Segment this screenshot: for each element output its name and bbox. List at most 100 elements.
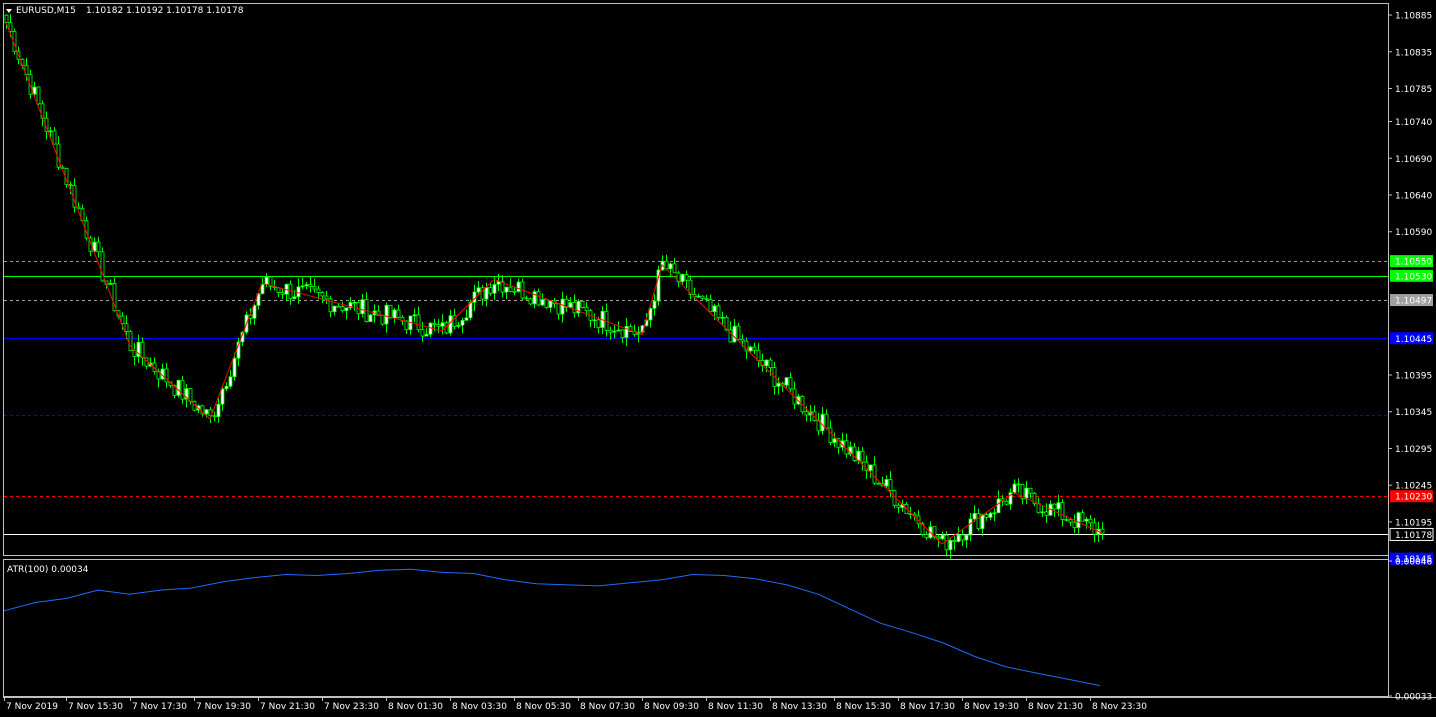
time-tick-label: 8 Nov 09:30 <box>644 702 699 712</box>
candle-body <box>940 534 945 540</box>
candle-body <box>404 320 409 331</box>
candle-body <box>508 286 513 292</box>
candle-body <box>512 291 517 293</box>
candle-body <box>524 297 529 300</box>
candle-body <box>228 376 233 387</box>
time-tick-label: 8 Nov 15:30 <box>836 702 891 712</box>
candle-body <box>1052 503 1057 510</box>
time-tick-label: 7 Nov 23:30 <box>324 702 379 712</box>
price-tick-label: 1.10295 <box>1395 445 1432 455</box>
candle-body <box>320 292 325 297</box>
candle-body <box>580 300 585 308</box>
price-tick-label: 1.10550 <box>1395 258 1432 268</box>
candle-body <box>896 504 901 508</box>
candle-body <box>1064 519 1069 521</box>
candle-body <box>252 305 257 319</box>
candle-body <box>436 324 441 327</box>
candle-body <box>344 307 349 312</box>
candle-body <box>340 306 345 312</box>
candle-body <box>388 304 393 319</box>
candle-body <box>412 314 417 317</box>
candle-body <box>708 299 713 313</box>
price-tick-label: 1.10590 <box>1395 228 1432 238</box>
candle-body <box>980 514 985 530</box>
candle-body <box>976 512 981 530</box>
time-tick-label: 8 Nov 05:30 <box>516 702 571 712</box>
candle-body <box>360 299 365 315</box>
candle-body <box>768 359 773 368</box>
candle-body <box>220 388 225 405</box>
time-tick-label: 8 Nov 07:30 <box>580 702 635 712</box>
price-tick-label: 1.10345 <box>1395 408 1432 418</box>
candle-body <box>1024 487 1029 500</box>
candle-body <box>732 325 737 343</box>
candle-body <box>1088 518 1093 524</box>
trading-chart[interactable]: 1.10885 1.10835 1.10785 1.10740 1.10690 1.106… <box>0 0 1436 717</box>
candle-body <box>616 329 621 332</box>
candle-body <box>396 309 401 318</box>
candle-body <box>596 319 601 328</box>
candle-body <box>336 305 341 308</box>
candle-body <box>756 349 761 361</box>
candle-body <box>488 287 493 294</box>
price-tick-label: 1.10497 <box>1395 297 1432 307</box>
atr-tick-label: 0.00033 <box>1395 693 1432 703</box>
candle-body <box>504 286 509 293</box>
candle-body <box>948 539 953 551</box>
candle-body <box>560 298 565 315</box>
candle-body <box>448 315 453 334</box>
candle-body <box>484 287 489 300</box>
candle-body <box>224 385 229 390</box>
candle-body <box>720 316 725 319</box>
candle-body <box>532 291 537 305</box>
chart-background <box>0 0 1436 717</box>
candle-body <box>420 329 425 337</box>
time-tick-label: 7 Nov 15:30 <box>68 702 123 712</box>
candle-body <box>608 329 613 333</box>
candle-body <box>884 479 889 487</box>
candle-body <box>308 284 313 287</box>
candle-body <box>528 298 533 305</box>
candle-body <box>108 283 113 285</box>
price-tick-label: 1.10640 <box>1395 192 1432 202</box>
candle-body <box>872 464 877 484</box>
symbol-label[interactable]: EURUSD,M15 <box>16 6 76 16</box>
candle-body <box>432 322 437 325</box>
candle-body <box>384 304 389 325</box>
candle-body <box>1044 511 1049 516</box>
candle-body <box>924 534 929 539</box>
candle-body <box>712 305 717 313</box>
candle-body <box>476 287 481 293</box>
price-tick-label: 1.10178 <box>1395 531 1432 541</box>
candle-body <box>828 427 833 443</box>
candle-body <box>876 482 881 485</box>
price-tick-label: 1.10785 <box>1395 85 1432 95</box>
candle-body <box>292 296 297 300</box>
candle-body <box>804 411 809 416</box>
time-tick-label: 8 Nov 03:30 <box>452 702 507 712</box>
time-tick-label: 8 Nov 13:30 <box>772 702 827 712</box>
candle-body <box>180 379 185 400</box>
time-tick-label: 8 Nov 01:30 <box>388 702 443 712</box>
candle-body <box>612 330 617 333</box>
candle-body <box>68 184 73 187</box>
candle-body <box>1084 518 1089 522</box>
candle-body <box>1012 483 1017 493</box>
candle-body <box>820 413 825 432</box>
candle-body <box>392 309 397 319</box>
candle-body <box>956 534 961 542</box>
candle-body <box>568 302 573 308</box>
candle-body <box>456 324 461 327</box>
price-tick-label: 1.10690 <box>1395 155 1432 165</box>
candle-body <box>232 357 237 378</box>
candle-body <box>300 285 305 288</box>
candle-body <box>964 534 969 541</box>
candle-body <box>1016 483 1021 486</box>
time-tick-label: 8 Nov 19:30 <box>964 702 1019 712</box>
atr-label: ATR(100) 0.00034 <box>7 565 89 575</box>
candle-body <box>592 319 597 322</box>
candle-body <box>352 301 357 304</box>
candle-body <box>416 314 421 331</box>
candle-body <box>1072 521 1077 529</box>
candle-body <box>324 295 329 300</box>
